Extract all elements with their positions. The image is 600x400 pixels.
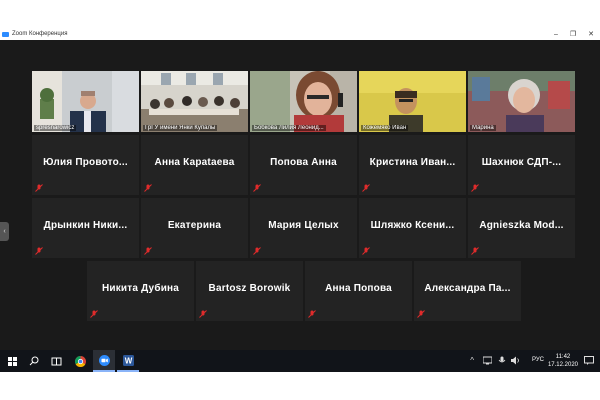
mic-muted-icon [35,184,43,192]
participant-name: Шахнюк СДП-... [481,157,562,168]
participant-name: Анна Попова [325,283,392,294]
search-button[interactable] [24,350,44,372]
video-tile[interactable]: Бобкова Лилия Леонид... [250,71,357,132]
mic-muted-icon [471,184,479,192]
participant-tile[interactable]: Никита Дубина [87,261,194,321]
participant-name-label: Бобкова Лилия Леонид... [252,125,326,131]
participant-name-label: ГрГУ имени Янки Купалы [143,125,218,131]
zoom-taskbar-button[interactable] [93,350,115,372]
participant-tile[interactable]: Мария Целых [250,198,357,258]
participant-name-label: Марина [470,125,496,131]
window-controls: – ❐ ✕ [554,29,594,40]
participant-tile[interactable]: Юлия Провото... [32,135,139,195]
video-feed-classroom [141,71,248,132]
participant-name: Шляжко Ксени... [370,220,455,231]
mic-muted-icon [471,247,479,255]
video-feed-woman-headphones [250,71,357,132]
video-feed-office-man [32,71,139,132]
window-title: Zoom Конференция [12,31,68,37]
participant-name-label: spresnarowicz [34,125,77,131]
gallery-view: ‹ spresnarowicz ГрГУ имени Янки Купалы Б… [0,40,600,350]
notifications-icon[interactable] [584,356,594,365]
zoom-app-icon [2,32,9,37]
microphone-tray-icon[interactable] [498,356,506,365]
participant-tile[interactable]: Екатерина [141,198,248,258]
task-view-button[interactable] [46,350,66,372]
show-hidden-icons-button[interactable]: ^ [470,356,474,365]
participant-name: Дрынкин Ники... [43,220,128,231]
participant-tile[interactable]: Agnieszka Mod... [468,198,575,258]
windows-taskbar: W ^ РУС 11:42 17.12.2020 [0,350,600,372]
volume-icon[interactable] [511,356,520,365]
video-feed-yellow-room [359,71,466,132]
word-taskbar-button[interactable]: W [117,350,139,372]
participant-name: Никита Дубина [101,283,180,294]
minimize-button[interactable]: – [554,29,558,40]
close-button[interactable]: ✕ [588,29,594,40]
window-title-bar: Zoom Конференция – ❐ ✕ [0,29,600,40]
participant-tile[interactable]: Кристина Иван... [359,135,466,195]
search-icon [29,356,39,366]
windows-start-button[interactable] [2,350,22,372]
participant-name: Екатерина [167,220,222,231]
participant-tile[interactable]: Анна Караtaeва [141,135,248,195]
video-tile[interactable]: Кожемяко Иван [359,71,466,132]
clock-time: 11:42 [555,354,571,360]
participant-tile[interactable]: Дрынкин Ники... [32,198,139,258]
participant-name-label: Кожемяко Иван [361,125,409,131]
mic-muted-icon [90,310,98,318]
participant-tile[interactable]: Шляжко Ксени... [359,198,466,258]
mic-muted-icon [144,247,152,255]
video-feed-woman-room [468,71,575,132]
chrome-icon [74,355,86,367]
video-tile-active-speaker[interactable]: Марина [468,71,575,132]
mic-muted-icon [417,310,425,318]
participant-name: Мария Целых [268,220,339,231]
mic-muted-icon [144,184,152,192]
clock-date: 17.12.2020 [547,362,578,368]
participant-tile[interactable]: Александра Па... [414,261,521,321]
maximize-button[interactable]: ❐ [570,29,576,40]
mic-muted-icon [362,184,370,192]
system-clock[interactable]: 11:42 17.12.2020 [548,353,578,369]
video-tile[interactable]: spresnarowicz [32,71,139,132]
mic-muted-icon [308,310,316,318]
participant-tile[interactable]: Попова Анна [250,135,357,195]
participant-tile[interactable]: Анна Попова [305,261,412,321]
participant-name: Кристина Иван... [369,157,456,168]
participant-tile[interactable]: Bartosz Borowik [196,261,303,321]
mic-muted-icon [253,184,261,192]
mic-muted-icon [199,310,207,318]
mic-muted-icon [362,247,370,255]
network-icon[interactable] [483,356,492,365]
input-language-indicator[interactable]: РУС [532,357,544,363]
video-tile[interactable]: ГрГУ имени Янки Купалы [141,71,248,132]
mic-muted-icon [35,247,43,255]
svg-text:W: W [124,356,132,365]
chrome-taskbar-button[interactable] [70,350,90,372]
participant-name: Agnieszka Mod... [479,220,564,231]
participant-name: Александра Па... [424,283,511,294]
collapse-handle[interactable]: ‹ [0,222,9,241]
participant-name: Bartosz Borowik [208,283,291,294]
zoom-icon [98,354,110,366]
word-icon: W [122,354,134,366]
task-view-icon [51,357,61,365]
participant-name: Анна Караtaeва [154,157,235,168]
participant-name: Юлия Провото... [43,157,128,168]
windows-start-icon [7,356,17,366]
mic-muted-icon [253,247,261,255]
participant-name: Попова Анна [270,157,337,168]
participant-tile[interactable]: Шахнюк СДП-... [468,135,575,195]
